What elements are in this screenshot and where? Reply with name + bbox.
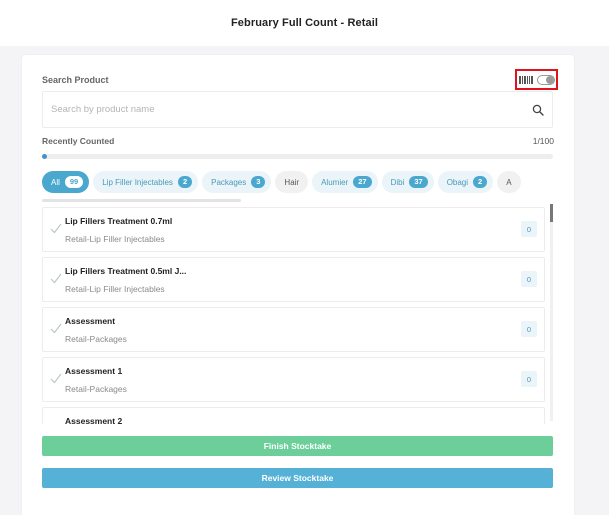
quantity-badge[interactable]: 0 <box>521 371 537 387</box>
count-progress-fill <box>42 154 48 159</box>
scanner-toggle-group <box>515 69 558 90</box>
list-item[interactable]: Assessment Retail-Packages 0 <box>42 307 545 352</box>
filter-chip-label: Dibi <box>390 177 405 187</box>
product-list-scrollbar[interactable] <box>550 204 553 421</box>
search-icon[interactable] <box>532 104 544 116</box>
filter-chip-count: 2 <box>473 176 488 188</box>
review-stocktake-button[interactable]: Review Stocktake <box>42 468 553 488</box>
filter-chip[interactable]: All 99 <box>42 171 90 193</box>
filter-chip-label: Packages <box>211 177 247 187</box>
filter-chip-label: All <box>51 177 60 187</box>
checkmark-icon <box>50 373 62 384</box>
product-name: Assessment 2 <box>65 416 123 424</box>
checkmark-icon <box>50 323 62 334</box>
toggle-knob <box>545 75 554 84</box>
list-item[interactable]: Lip Fillers Treatment 0.5ml J... Retail-L… <box>42 257 545 302</box>
recently-counted-count: 1/100 <box>532 136 554 146</box>
filter-chip-label: A <box>506 177 512 187</box>
filter-chip-label: Alumier <box>321 177 349 187</box>
category-filter-row: All 99 Lip Filler Injectables 2 Packages 3 Hai… <box>42 171 553 193</box>
list-item[interactable]: Assessment 2 <box>42 407 545 424</box>
filter-chip-count: 27 <box>353 176 372 188</box>
product-name: Assessment 1 <box>65 366 123 376</box>
filter-chip-count: 2 <box>177 176 193 188</box>
filter-chip-label: Lip Filler Injectables <box>102 177 173 187</box>
scrollbar-thumb[interactable] <box>550 204 553 222</box>
filter-chip[interactable]: Alumier 27 <box>312 171 378 193</box>
product-category: Retail-Lip Filler Injectables <box>65 234 165 244</box>
recently-counted-label: Recently Counted <box>42 136 115 146</box>
product-name: Lip Fillers Treatment 0.5ml J... <box>65 266 187 276</box>
filter-chip[interactable]: A <box>497 171 521 193</box>
checkmark-icon <box>50 273 62 284</box>
barcode-icon <box>518 75 533 84</box>
top-bar: February Full Count - Retail <box>0 0 609 46</box>
product-category: Retail-Lip Filler Injectables <box>65 284 165 294</box>
list-item[interactable]: Assessment 1 Retail-Packages 0 <box>42 357 545 402</box>
page-title: February Full Count - Retail <box>230 17 379 29</box>
filter-chip[interactable]: Lip Filler Injectables 2 <box>93 171 199 193</box>
checkmark-icon <box>50 223 62 234</box>
product-list: Lip Fillers Treatment 0.7ml Retail-Lip Fi… <box>42 207 553 424</box>
search-box <box>42 91 553 128</box>
product-name: Lip Fillers Treatment 0.7ml <box>65 216 173 226</box>
list-item[interactable]: Lip Fillers Treatment 0.7ml Retail-Lip Fi… <box>42 207 545 252</box>
filter-chip[interactable]: Hair <box>275 171 309 193</box>
count-progress-bar <box>42 154 553 159</box>
filter-chip[interactable]: Dibi 37 <box>381 171 434 193</box>
filter-chip-label: Obagi <box>446 177 469 187</box>
search-label: Search Product <box>42 75 109 85</box>
product-category: Retail-Packages <box>65 334 127 344</box>
quantity-badge[interactable]: 0 <box>521 271 537 287</box>
filter-chip[interactable]: Packages 3 <box>202 171 272 193</box>
filter-chip-count: 37 <box>409 176 428 188</box>
search-input[interactable] <box>51 104 532 115</box>
filter-chip[interactable]: Obagi 2 <box>437 171 494 193</box>
filter-scrollbar[interactable] <box>42 199 241 202</box>
product-name: Assessment <box>65 316 116 326</box>
filter-chip-count: 3 <box>251 176 266 188</box>
product-category: Retail-Packages <box>65 384 127 394</box>
scanner-toggle[interactable] <box>536 74 555 85</box>
filter-chip-count: 99 <box>64 176 84 188</box>
quantity-badge[interactable]: 0 <box>521 221 537 237</box>
filter-chip-label: Hair <box>284 177 300 187</box>
stocktake-card: Search Product Recently Counted 1/100 Al… <box>22 55 574 515</box>
finish-stocktake-button[interactable]: Finish Stocktake <box>42 436 553 456</box>
quantity-badge[interactable]: 0 <box>521 321 537 337</box>
